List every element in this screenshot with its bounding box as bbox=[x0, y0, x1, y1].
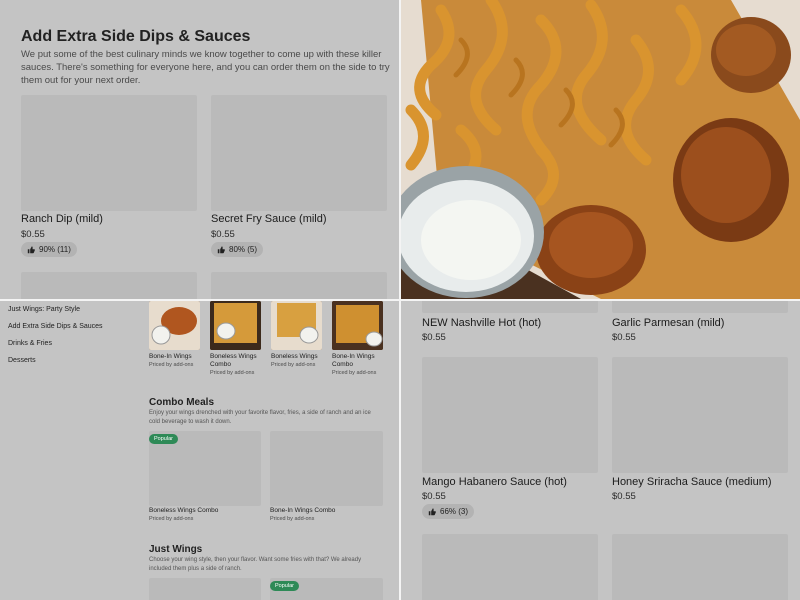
menu-overview: Just Wings: Party Style Add Extra Side D… bbox=[0, 301, 399, 600]
food-thumb bbox=[210, 301, 261, 350]
honey-sriracha-image[interactable] bbox=[612, 357, 788, 473]
item-name[interactable]: Garlic Parmesan (mild) bbox=[612, 317, 724, 329]
thumbs-up-icon bbox=[27, 245, 35, 253]
rating-badge: 66% (3) bbox=[422, 504, 475, 519]
item-image[interactable] bbox=[211, 272, 387, 299]
item-image[interactable] bbox=[612, 534, 788, 600]
wings-and-fries-photo bbox=[401, 0, 800, 299]
item-sub: Priced by add-ons bbox=[149, 362, 194, 368]
food-thumb bbox=[332, 301, 383, 350]
item-name[interactable]: Secret Fry Sauce (mild) bbox=[211, 213, 327, 225]
mango-habanero-image[interactable] bbox=[422, 357, 598, 473]
item-price: $0.55 bbox=[211, 229, 235, 240]
sidebar-item-drinks-fries[interactable]: Drinks & Fries bbox=[8, 340, 52, 347]
item-sub: Priced by add-ons bbox=[210, 370, 255, 376]
bone-in-wings-combo-image[interactable] bbox=[332, 301, 383, 350]
thumbs-up-icon bbox=[428, 507, 436, 515]
sidebar-item-extra-dips[interactable]: Add Extra Side Dips & Sauces bbox=[8, 323, 103, 330]
bone-in-wings-combo-card[interactable] bbox=[270, 431, 383, 506]
bone-in-wings-image[interactable] bbox=[149, 301, 200, 350]
card-name[interactable]: Bone-In Wings Combo bbox=[270, 507, 335, 514]
card-sub: Priced by add-ons bbox=[149, 516, 194, 522]
section-title: Add Extra Side Dips & Sauces bbox=[21, 28, 251, 45]
item-name[interactable]: Bone-In Wings bbox=[149, 353, 209, 361]
sidebar-item-desserts[interactable]: Desserts bbox=[8, 357, 36, 364]
item-price: $0.55 bbox=[612, 491, 636, 502]
item-sub: Priced by add-ons bbox=[271, 362, 316, 368]
thumbs-up-icon bbox=[217, 245, 225, 253]
food-thumb bbox=[149, 301, 200, 350]
item-name[interactable]: NEW Nashville Hot (hot) bbox=[422, 317, 541, 329]
boneless-wings-image[interactable] bbox=[271, 301, 322, 350]
rating-badge: 90% (11) bbox=[21, 242, 77, 257]
item-card[interactable] bbox=[149, 578, 261, 600]
item-image[interactable] bbox=[422, 534, 598, 600]
item-sub: Priced by add-ons bbox=[332, 370, 377, 376]
food-thumb bbox=[271, 301, 322, 350]
food-photo bbox=[401, 0, 800, 299]
rating-text: 66% (3) bbox=[440, 507, 469, 516]
item-name[interactable]: Ranch Dip (mild) bbox=[21, 213, 103, 225]
rating-text: 90% (11) bbox=[39, 245, 71, 254]
extra-dips-section: Add Extra Side Dips & Sauces We put some… bbox=[0, 0, 399, 299]
secret-fry-sauce-image[interactable] bbox=[211, 95, 387, 211]
combo-meals-title: Combo Meals bbox=[149, 397, 215, 408]
item-image[interactable] bbox=[21, 272, 197, 299]
just-wings-description: Choose your wing style, then your flavor… bbox=[149, 557, 362, 572]
section-description: We put some of the best culinary minds w… bbox=[21, 49, 390, 86]
item-name[interactable]: Bone-In Wings Combo bbox=[332, 353, 392, 369]
item-name[interactable]: Honey Sriracha Sauce (medium) bbox=[612, 476, 772, 488]
popular-badge: Popular bbox=[149, 434, 178, 444]
boneless-wings-combo-image[interactable] bbox=[210, 301, 261, 350]
sauces-grid: NEW Nashville Hot (hot) $0.55 Garlic Par… bbox=[401, 301, 800, 600]
ranch-dip-image[interactable] bbox=[21, 95, 197, 211]
item-name[interactable]: Boneless Wings Combo bbox=[210, 353, 270, 369]
item-price: $0.55 bbox=[612, 332, 636, 343]
item-price: $0.55 bbox=[422, 332, 446, 343]
item-price: $0.55 bbox=[422, 491, 446, 502]
item-image[interactable] bbox=[422, 301, 598, 313]
combo-meals-description: Enjoy your wings drenched with your favo… bbox=[149, 410, 371, 425]
rating-badge: 80% (5) bbox=[211, 242, 264, 257]
card-sub: Priced by add-ons bbox=[270, 516, 315, 522]
rating-text: 80% (5) bbox=[229, 245, 258, 254]
popular-badge: Popular bbox=[270, 581, 299, 591]
item-price: $0.55 bbox=[21, 229, 45, 240]
quadrant-divider-horizontal bbox=[0, 299, 800, 301]
sidebar-item-just-wings-party[interactable]: Just Wings: Party Style bbox=[8, 306, 80, 313]
item-name[interactable]: Boneless Wings bbox=[271, 353, 331, 361]
item-name[interactable]: Mango Habanero Sauce (hot) bbox=[422, 476, 567, 488]
item-image[interactable] bbox=[612, 301, 788, 313]
card-name[interactable]: Boneless Wings Combo bbox=[149, 507, 218, 514]
just-wings-title: Just Wings bbox=[149, 544, 203, 555]
